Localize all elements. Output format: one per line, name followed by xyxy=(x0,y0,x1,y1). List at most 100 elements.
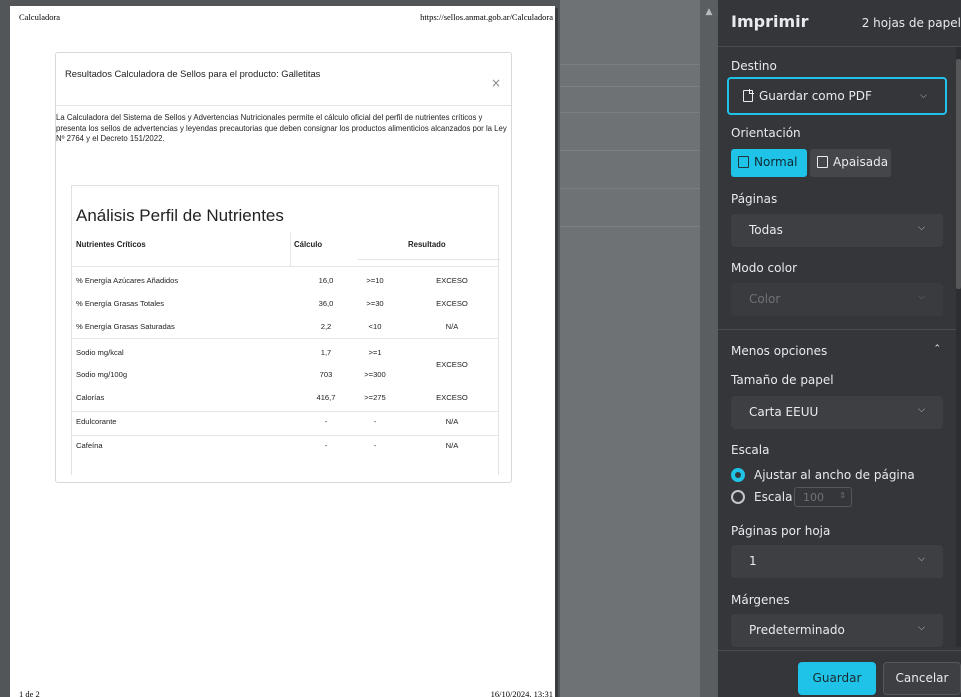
paper-size-value: Carta EEUU xyxy=(749,405,819,419)
threshold-value: >=1 xyxy=(368,348,382,357)
table-row-divider xyxy=(72,435,498,436)
scale-fit-radio[interactable] xyxy=(731,468,745,482)
cancel-button[interactable]: Cancelar xyxy=(883,662,961,695)
result-value: N/A xyxy=(445,322,459,331)
chevron-down-icon: ⌵ xyxy=(918,405,925,415)
chevron-up-icon[interactable]: ⌃ xyxy=(933,344,941,354)
threshold-value: - xyxy=(373,441,377,450)
calc-value: 416,7 xyxy=(316,393,336,402)
result-value: N/A xyxy=(445,441,459,450)
calc-value: 16,0 xyxy=(318,276,334,285)
nutrient-name: % Energía Grasas Saturadas xyxy=(76,322,175,331)
calc-value: - xyxy=(324,441,328,450)
calc-value: - xyxy=(324,417,328,426)
scale-input-value: 100 xyxy=(803,491,824,504)
panel-scrollbar[interactable] xyxy=(956,47,961,647)
threshold-value: <10 xyxy=(368,322,382,331)
orientation-label: Orientación xyxy=(731,126,801,140)
chevron-down-icon: ⌵ xyxy=(918,292,925,302)
chevron-down-icon: ⌵ xyxy=(920,91,927,101)
pages-label: Páginas xyxy=(731,192,778,206)
scale-fit-label[interactable]: Ajustar al ancho de página xyxy=(754,468,915,482)
result-value: EXCESO xyxy=(436,276,468,285)
page-footer-page-count: 1 de 2 xyxy=(19,689,40,697)
chevron-down-icon: ⌵ xyxy=(918,554,925,564)
color-mode-label: Modo color xyxy=(731,261,798,275)
portrait-page-icon xyxy=(738,156,749,168)
nutrient-name: % Energía Grasas Totales xyxy=(76,299,165,308)
sheet-count: 2 hojas de papel xyxy=(861,16,961,30)
preview-page: Calculadora https://sellos.anmat.gob.ar/… xyxy=(10,6,555,697)
scale-custom-radio[interactable] xyxy=(731,490,745,504)
page-header-title: Calculadora xyxy=(19,12,61,22)
modal-description: La Calculadora del Sistema de Sellos y A… xyxy=(56,113,507,143)
result-value: EXCESO xyxy=(436,299,468,308)
landscape-label: Apaisada xyxy=(833,155,889,169)
paper-size-select[interactable]: Carta EEUU ⌵ xyxy=(731,396,943,429)
orientation-portrait-button[interactable]: Normal xyxy=(731,149,807,177)
calc-value: 1,7 xyxy=(320,348,332,357)
result-header-underline xyxy=(358,259,500,260)
threshold-value: >=275 xyxy=(364,393,386,402)
page-footer-datetime: 16/10/2024, 13:31 xyxy=(490,689,553,697)
preview-scrollbar[interactable] xyxy=(700,0,718,697)
paper-size-label: Tamaño de papel xyxy=(731,373,834,387)
modal-title: Resultados Calculadora de Sellos para el… xyxy=(65,68,321,79)
calc-value: 703 xyxy=(319,370,333,379)
result-value: EXCESO xyxy=(436,393,468,402)
destination-select[interactable]: Guardar como PDF ⌵ xyxy=(727,77,947,115)
nutrient-profile-card: Análisis Perfil de Nutrientes Nutrientes… xyxy=(71,185,500,475)
nutrient-name: Cafeína xyxy=(76,441,103,450)
margins-value: Predeterminado xyxy=(749,623,845,637)
page-header-url: https://sellos.anmat.gob.ar/Calculadora xyxy=(420,12,553,22)
pages-per-sheet-value: 1 xyxy=(749,554,757,568)
scale-input[interactable]: 100 ⇕ xyxy=(794,487,852,507)
column-header-nutrient: Nutrientes Críticos xyxy=(76,240,146,249)
threshold-value: >=300 xyxy=(364,370,386,379)
threshold-value: - xyxy=(373,417,377,426)
orientation-landscape-button[interactable]: Apaisada xyxy=(810,149,891,177)
document-icon xyxy=(743,89,754,102)
print-preview-area: ▲ Calculadora https://sellos.anmat.gob.a… xyxy=(0,0,718,697)
pages-value: Todas xyxy=(749,223,783,237)
destination-value: Guardar como PDF xyxy=(759,89,872,103)
table-row-divider xyxy=(72,411,498,412)
calc-value: 36,0 xyxy=(318,299,334,308)
column-header-calc: Cálculo xyxy=(294,240,323,249)
nutrient-name: Sodio mg/kcal xyxy=(76,348,124,357)
pages-select[interactable]: Todas ⌵ xyxy=(731,214,943,247)
chevron-down-icon: ⌵ xyxy=(918,223,925,233)
nutrient-name: % Energía Azúcares Añadidos xyxy=(76,276,179,285)
color-mode-select[interactable]: Color ⌵ xyxy=(731,283,943,316)
card-title: Análisis Perfil de Nutrientes xyxy=(76,206,284,225)
close-icon: × xyxy=(490,76,501,90)
landscape-page-icon xyxy=(817,156,828,168)
panel-scrollbar-thumb[interactable] xyxy=(956,59,961,289)
margins-label: Márgenes xyxy=(731,593,790,607)
pages-per-sheet-label: Páginas por hoja xyxy=(731,524,831,538)
scale-label: Escala xyxy=(731,443,770,457)
modal-divider xyxy=(56,105,511,106)
threshold-value: >=10 xyxy=(366,276,384,285)
spinner-icon: ⇕ xyxy=(839,491,846,500)
color-mode-value: Color xyxy=(749,292,781,306)
table-header-divider xyxy=(72,266,498,267)
scroll-up-icon[interactable]: ▲ xyxy=(704,8,714,17)
calc-value: 2,2 xyxy=(320,322,332,331)
nutrient-name: Edulcorante xyxy=(76,417,117,426)
chevron-down-icon: ⌵ xyxy=(918,623,925,633)
sodium-merged-result: EXCESO xyxy=(436,360,468,369)
less-options-toggle[interactable]: Menos opciones xyxy=(731,344,827,358)
scale-custom-label[interactable]: Escala xyxy=(754,490,792,504)
results-modal: Resultados Calculadora de Sellos para el… xyxy=(55,52,512,483)
column-header-result: Resultado xyxy=(408,240,446,249)
panel-header-divider xyxy=(718,46,961,47)
margins-select[interactable]: Predeterminado ⌵ xyxy=(731,614,943,647)
destination-label: Destino xyxy=(731,59,777,73)
threshold-value: >=30 xyxy=(366,299,384,308)
save-button[interactable]: Guardar xyxy=(798,662,876,695)
next-page-preview[interactable] xyxy=(560,0,718,697)
pages-per-sheet-select[interactable]: 1 ⌵ xyxy=(731,545,943,578)
result-value: N/A xyxy=(445,417,459,426)
table-row-divider xyxy=(72,338,498,339)
